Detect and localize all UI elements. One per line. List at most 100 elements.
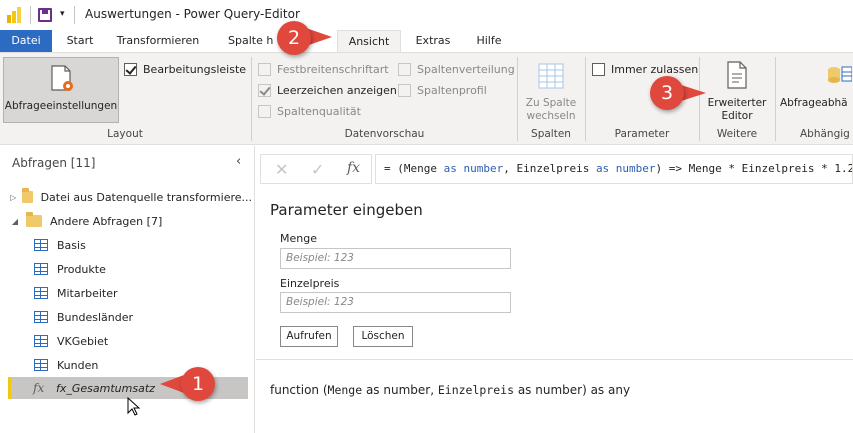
table-icon [34, 311, 48, 323]
einzelpreis-input[interactable]: Beispiel: 123 [280, 292, 511, 313]
formula-text: ) => Menge * Einzelpreis * 1.20 [655, 162, 853, 175]
power-bi-logo-icon [7, 7, 21, 23]
annotation-badge-1: 1 [181, 367, 215, 401]
tab-hilfe[interactable]: Hilfe [466, 30, 512, 52]
formula-text: , Einzelpreis [503, 162, 596, 175]
tab-spalte-hinzufuegen[interactable]: Spalte h [218, 30, 280, 52]
caret-down-icon[interactable]: ◢ [10, 217, 20, 226]
chevron-left-icon[interactable]: ‹ [236, 154, 241, 169]
folder-icon [26, 212, 42, 227]
query-label: Bundesländer [57, 310, 134, 324]
monospace-checkbox[interactable] [258, 63, 271, 76]
column-distribution-checkbox[interactable] [398, 63, 411, 76]
tab-start[interactable]: Start [58, 30, 102, 52]
column-quality-label: Spaltenqualität [277, 105, 361, 118]
folder-icon [22, 188, 33, 203]
fx-icon[interactable]: fx [347, 160, 360, 176]
query-label: Kunden [57, 358, 99, 372]
title-bar: ▾ Auswertungen - Power Query-Editor [0, 0, 853, 30]
formula-bar-label: Bearbeitungsleiste [143, 63, 247, 76]
formula-bar-checkbox[interactable] [124, 63, 137, 76]
group-separator [775, 57, 776, 141]
signature-text: as number, [362, 383, 438, 397]
save-icon[interactable] [38, 8, 52, 22]
window-title: Auswertungen - Power Query-Editor [85, 7, 300, 21]
ribbon-tabs: Datei Start Transformieren Spalte h Ansi… [0, 30, 853, 53]
query-item-basis[interactable]: Basis [0, 234, 252, 256]
whitespace-toggle[interactable]: Leerzeichen anzeigen [258, 84, 397, 97]
monospace-toggle[interactable]: Festbreitenschriftart [258, 63, 389, 76]
query-dependencies-button[interactable]: Abfrageabhä [778, 59, 853, 123]
query-label: Basis [57, 238, 86, 252]
group-label-more: Weitere [716, 128, 758, 140]
query-item-vkgebiet[interactable]: VKGebiet [0, 330, 252, 352]
query-settings-icon [51, 65, 73, 91]
annotation-badge-2: 2 [277, 21, 311, 55]
advanced-editor-icon [727, 61, 747, 89]
advanced-editor-button[interactable]: Erweiterter Editor [703, 59, 771, 123]
field-label-einzelpreis: Einzelpreis [280, 277, 340, 290]
always-allow-toggle[interactable]: Immer zulassen [592, 63, 698, 76]
query-label: Mitarbeiter [57, 286, 118, 300]
column-distribution-toggle[interactable]: Spaltenverteilung [398, 63, 515, 76]
function-icon: fx [33, 381, 45, 395]
formula-keyword: number [456, 162, 504, 175]
queries-pane-header: Abfragen [11] [12, 156, 96, 170]
main-area: ✕ ✓ fx = (Menge as number, Einzelpreis a… [256, 146, 853, 433]
formula-keyword: as [443, 162, 457, 175]
mouse-cursor-icon [127, 397, 141, 416]
query-label: Produkte [57, 262, 106, 276]
invoke-button[interactable]: Aufrufen [280, 326, 338, 347]
query-item-mitarbeiter[interactable]: Mitarbeiter [0, 282, 252, 304]
query-settings-label: Abfrageeinstellungen [4, 100, 118, 112]
query-settings-button[interactable]: Abfrageeinstellungen [3, 57, 119, 123]
query-item-bundeslaender[interactable]: Bundesländer [0, 306, 252, 328]
quick-access-dropdown-icon[interactable]: ▾ [60, 9, 65, 19]
caret-right-icon[interactable]: ▷ [10, 193, 16, 202]
table-icon [34, 263, 48, 275]
goto-column-button[interactable]: Zu Spalte wechseln [520, 59, 582, 123]
folder-label: Datei aus Datenquelle transformiere... [40, 190, 252, 204]
tab-ansicht[interactable]: Ansicht [337, 30, 401, 53]
title-separator [74, 6, 75, 24]
formula-bar-buttons: ✕ ✓ fx [260, 154, 372, 184]
signature-text: as number) as any [514, 383, 631, 397]
folder-transform-files[interactable]: ▷ Datei aus Datenquelle transformiere... [0, 186, 252, 208]
group-label-parameters: Parameter [614, 128, 670, 140]
group-label-data-preview: Datenvorschau [344, 128, 425, 140]
whitespace-label: Leerzeichen anzeigen [277, 84, 397, 97]
folder-other-queries[interactable]: ◢ Andere Abfragen [7] [0, 210, 252, 232]
whitespace-checkbox[interactable] [258, 84, 271, 97]
tab-datei[interactable]: Datei [0, 30, 52, 52]
formula-bar-toggle[interactable]: Bearbeitungsleiste [124, 63, 246, 76]
table-icon [34, 239, 48, 251]
column-quality-toggle[interactable]: Spaltenqualität [258, 105, 361, 118]
signature-text: function ( [270, 383, 328, 397]
close-icon[interactable]: ✕ [275, 160, 288, 179]
tab-transformieren[interactable]: Transformieren [110, 30, 206, 52]
check-icon[interactable]: ✓ [311, 160, 324, 179]
formula-bar: ✕ ✓ fx = (Menge as number, Einzelpreis a… [260, 154, 853, 184]
tab-extras[interactable]: Extras [408, 30, 458, 52]
parameter-form-title: Parameter eingeben [270, 201, 423, 219]
formula-input[interactable]: = (Menge as number, Einzelpreis as numbe… [375, 154, 853, 184]
column-profile-toggle[interactable]: Spaltenprofil [398, 84, 487, 97]
always-allow-checkbox[interactable] [592, 63, 605, 76]
menge-input[interactable]: Beispiel: 123 [280, 248, 511, 269]
advanced-editor-label-2: Editor [721, 110, 753, 122]
query-item-produkte[interactable]: Produkte [0, 258, 252, 280]
goto-column-label-1: Zu Spalte [525, 97, 577, 109]
query-dependencies-label: Abfrageabhä [780, 97, 848, 109]
column-profile-checkbox[interactable] [398, 84, 411, 97]
query-item-kunden[interactable]: Kunden [0, 354, 252, 376]
grid-icon [538, 63, 564, 89]
query-label: fx_Gesamtumsatz [56, 381, 155, 395]
column-quality-checkbox[interactable] [258, 105, 271, 118]
ribbon: Abfrageeinstellungen Bearbeitungsleiste … [0, 52, 853, 145]
group-label-columns: Spalten [531, 128, 571, 140]
field-label-menge: Menge [280, 232, 317, 245]
always-allow-label: Immer zulassen [611, 63, 699, 76]
clear-button[interactable]: Löschen [353, 326, 413, 347]
column-profile-label: Spaltenprofil [417, 84, 487, 97]
goto-column-label-2: wechseln [526, 110, 576, 122]
